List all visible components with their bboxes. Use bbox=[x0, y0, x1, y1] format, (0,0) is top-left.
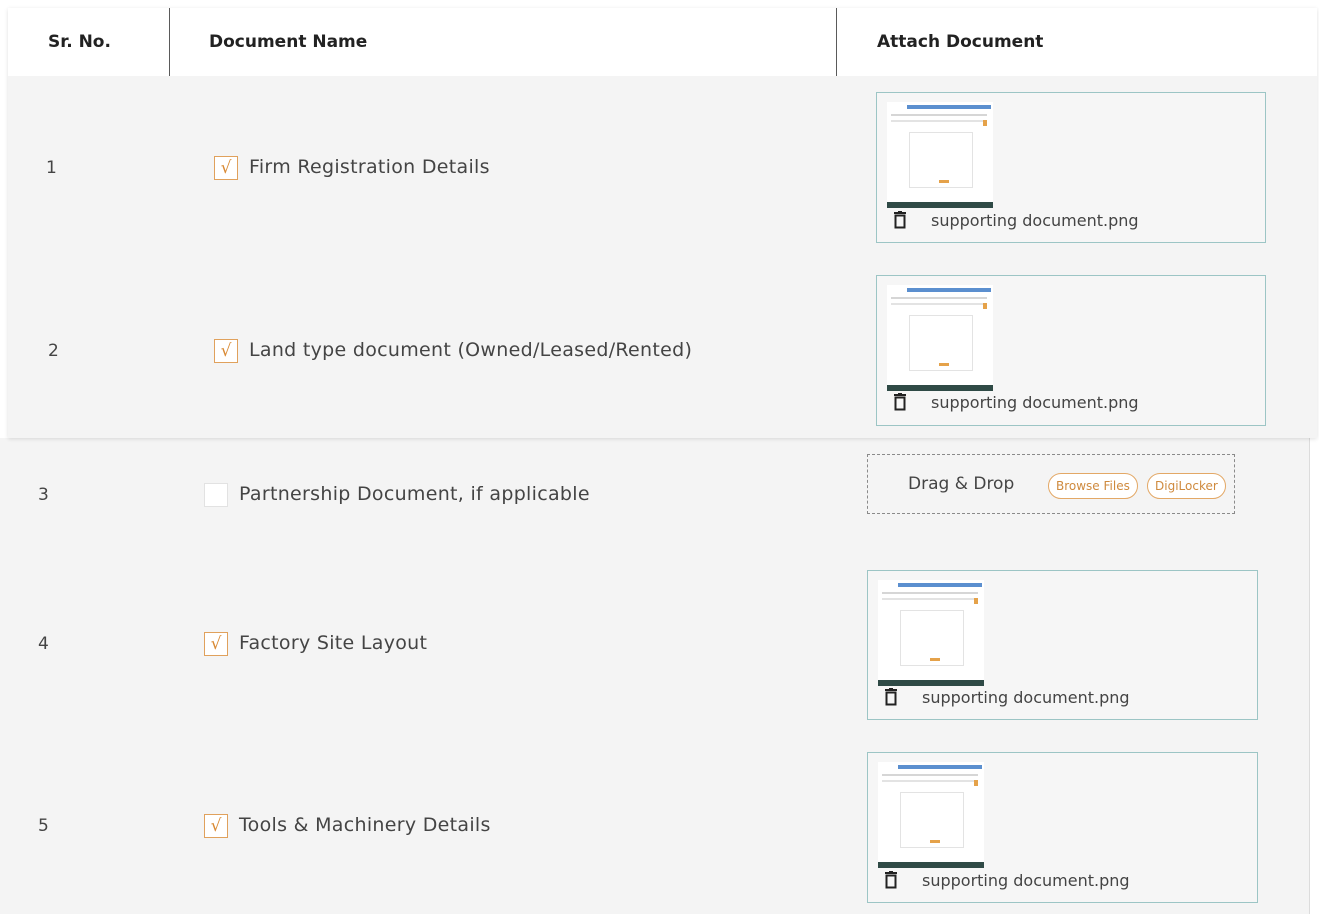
table-row: 2 √ Land type document (Owned/Leased/Ren… bbox=[8, 259, 1317, 438]
document-name: Partnership Document, if applicable bbox=[239, 483, 590, 505]
attached-file-card: supporting document.png bbox=[876, 275, 1266, 426]
trash-icon[interactable] bbox=[884, 688, 898, 706]
file-name[interactable]: supporting document.png bbox=[922, 871, 1130, 890]
file-name[interactable]: supporting document.png bbox=[922, 688, 1130, 707]
trash-icon[interactable] bbox=[893, 211, 907, 229]
checkmark-icon: √ bbox=[220, 340, 232, 361]
document-name: Factory Site Layout bbox=[239, 632, 428, 654]
digilocker-button[interactable]: DigiLocker bbox=[1147, 473, 1226, 499]
table-row: 5 √ Tools & Machinery Details supporting… bbox=[0, 744, 1309, 914]
attached-file-card: supporting document.png bbox=[867, 570, 1258, 720]
documents-table-lower: 3 Partnership Document, if applicable Dr… bbox=[0, 438, 1310, 914]
document-checkbox[interactable]: √ bbox=[214, 339, 238, 363]
file-thumbnail[interactable] bbox=[887, 102, 993, 208]
row-sr-no: 3 bbox=[38, 485, 49, 505]
file-thumbnail[interactable] bbox=[887, 285, 993, 391]
file-name[interactable]: supporting document.png bbox=[931, 211, 1139, 230]
row-sr-no: 1 bbox=[46, 158, 57, 178]
file-thumbnail[interactable] bbox=[878, 762, 984, 868]
file-thumbnail[interactable] bbox=[878, 580, 984, 686]
drag-drop-zone[interactable]: Drag & Drop Browse Files DigiLocker bbox=[867, 454, 1235, 514]
checkmark-icon: √ bbox=[210, 633, 222, 654]
browse-files-button[interactable]: Browse Files bbox=[1048, 473, 1138, 499]
trash-icon[interactable] bbox=[884, 871, 898, 889]
header-divider bbox=[169, 8, 170, 76]
document-checkbox[interactable]: √ bbox=[204, 632, 228, 656]
checkmark-icon: √ bbox=[220, 157, 232, 178]
table-header: Sr. No. Document Name Attach Document bbox=[8, 8, 1317, 76]
table-row: 1 √ Firm Registration Details supporting… bbox=[8, 76, 1317, 259]
attached-file-card: supporting document.png bbox=[876, 92, 1266, 243]
header-divider bbox=[836, 8, 837, 76]
row-sr-no: 5 bbox=[38, 816, 49, 836]
document-checkbox[interactable] bbox=[204, 483, 228, 507]
document-checkbox[interactable]: √ bbox=[204, 814, 228, 838]
document-name: Firm Registration Details bbox=[249, 156, 490, 178]
drag-drop-label: Drag & Drop bbox=[908, 474, 1015, 494]
header-sr-no: Sr. No. bbox=[48, 32, 111, 52]
file-name[interactable]: supporting document.png bbox=[931, 393, 1139, 412]
documents-table-card: Sr. No. Document Name Attach Document 1 … bbox=[8, 8, 1317, 438]
table-row: 3 Partnership Document, if applicable Dr… bbox=[0, 438, 1309, 548]
document-checkbox[interactable]: √ bbox=[214, 156, 238, 180]
header-document-name: Document Name bbox=[209, 32, 368, 52]
trash-icon[interactable] bbox=[893, 393, 907, 411]
header-attach-document: Attach Document bbox=[877, 32, 1044, 52]
attached-file-card: supporting document.png bbox=[867, 752, 1258, 903]
checkmark-icon: √ bbox=[210, 815, 222, 836]
row-sr-no: 2 bbox=[48, 341, 59, 361]
table-row: 4 √ Factory Site Layout supporting docum… bbox=[0, 562, 1309, 732]
document-name: Tools & Machinery Details bbox=[239, 814, 491, 836]
document-name: Land type document (Owned/Leased/Rented) bbox=[249, 339, 693, 361]
row-sr-no: 4 bbox=[38, 634, 49, 654]
